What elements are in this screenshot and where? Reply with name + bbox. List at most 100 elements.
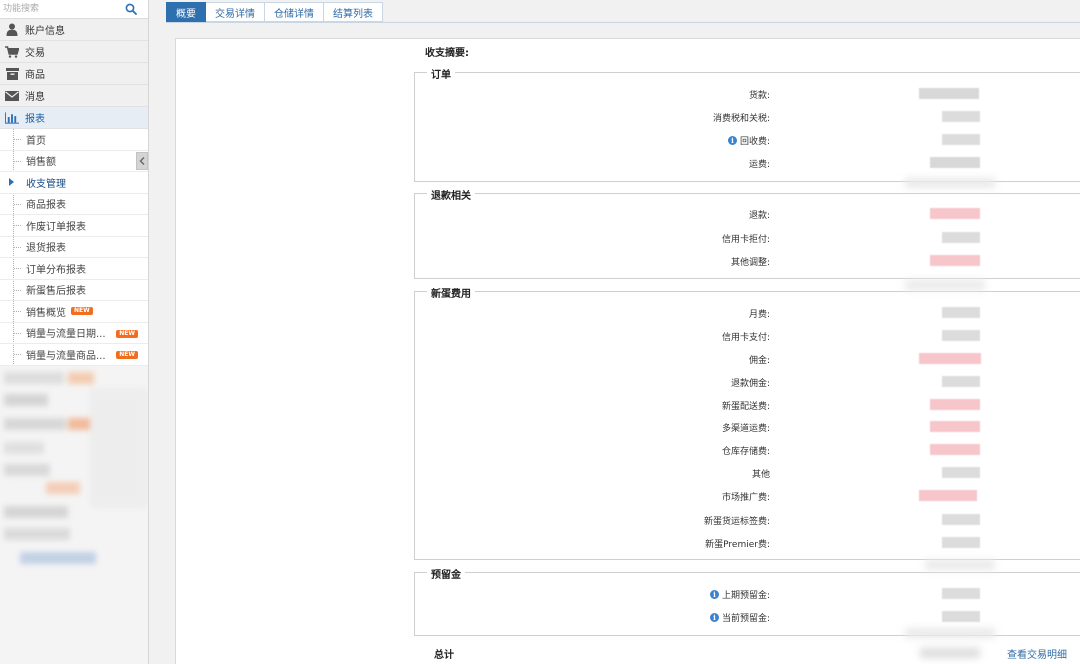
redacted-value	[919, 353, 981, 364]
row-label: 消费税和关税:	[712, 114, 770, 124]
summary-row: 月费:	[414, 307, 1080, 320]
tab-settlement-list[interactable]: 结算列表	[324, 2, 383, 22]
redacted-value	[930, 157, 980, 168]
summary-row: 货款:	[414, 88, 1080, 101]
search-bar	[0, 0, 148, 19]
redacted-value	[930, 399, 980, 410]
group-legend: 预留金	[427, 566, 465, 581]
redacted-value	[942, 514, 980, 525]
tab-storage-details[interactable]: 仓储详情	[265, 2, 324, 22]
group-legend: 新蛋费用	[427, 285, 475, 300]
submenu-label: 退货报表	[26, 243, 66, 255]
nav-item-products[interactable]: 商品	[0, 63, 148, 85]
redacted-value	[942, 307, 980, 318]
view-transaction-details-link[interactable]: 查看交易明细	[1007, 646, 1067, 661]
submenu-label: 新蛋售后报表	[26, 286, 86, 298]
row-label: 新蛋Premier费:	[705, 540, 770, 550]
info-icon[interactable]: i	[727, 136, 737, 145]
redacted-value	[942, 232, 980, 243]
submenu-item-sales-overview[interactable]: 销售概览 NEW	[0, 301, 148, 323]
summary-row: i 当前预留金:	[414, 611, 1080, 624]
submenu-label: 销售概览	[26, 307, 66, 319]
summary-row: 新蛋货运标签费:	[414, 514, 1080, 527]
summary-row: 信用卡支付:	[414, 330, 1080, 343]
submenu-label: 销售额	[26, 157, 56, 169]
user-icon	[5, 23, 19, 37]
row-label-with-info: i 上期预留金:	[709, 588, 770, 601]
chevron-left-icon	[139, 157, 145, 165]
redacted-value	[930, 255, 980, 266]
summary-row: 多渠道运费:	[414, 421, 1080, 434]
redacted-value	[930, 421, 980, 432]
redacted-value	[942, 111, 980, 122]
row-label: 当前预留金:	[721, 614, 770, 624]
row-label: 退款:	[748, 211, 770, 221]
summary-row: 退款:	[414, 208, 1080, 221]
caret-right-icon	[9, 178, 14, 186]
summary-row: 消费税和关税:	[414, 111, 1080, 124]
new-badge: NEW	[116, 351, 138, 359]
submenu-label: 销量与流量日期...	[26, 329, 106, 341]
redaction-smudge	[905, 280, 985, 290]
submenu-item-product-report[interactable]: 商品报表	[0, 194, 148, 215]
redacted-value	[942, 537, 980, 548]
nav-item-account[interactable]: 账户信息	[0, 19, 148, 41]
info-icon[interactable]: i	[709, 613, 719, 622]
submenu-item-sales[interactable]: 销售额	[0, 151, 148, 172]
nav-item-reports[interactable]: 报表	[0, 107, 148, 129]
row-label: 佣金:	[748, 356, 770, 366]
redacted-value	[942, 588, 980, 599]
submenu-label: 收支管理	[26, 178, 66, 190]
row-label: 新蛋配送费:	[721, 402, 770, 412]
submenu-item-return-report[interactable]: 退货报表	[0, 237, 148, 258]
row-label-with-info: i 回收费:	[727, 134, 770, 147]
redacted-value	[942, 611, 980, 622]
row-label-with-info: i 当前预留金:	[709, 611, 770, 624]
total-label: 总计	[434, 650, 454, 661]
submenu-item-traffic-by-date[interactable]: 销量与流量日期... NEW	[0, 323, 148, 344]
row-label: 其他调整:	[730, 258, 770, 268]
tab-label: 仓储详情	[274, 8, 314, 20]
summary-row: i 回收费:	[414, 134, 1080, 147]
row-label: 新蛋货运标签费:	[703, 517, 770, 527]
redaction-smudge	[920, 648, 980, 658]
tab-bar-divider	[166, 22, 1080, 23]
sidebar-collapse-button[interactable]	[136, 152, 148, 170]
search-input[interactable]	[0, 0, 115, 18]
tab-transaction-details[interactable]: 交易详情	[206, 2, 265, 22]
tab-label: 结算列表	[333, 8, 373, 20]
redacted-value	[942, 134, 980, 145]
new-badge: NEW	[116, 329, 138, 338]
nav-item-trade[interactable]: 交易	[0, 41, 148, 63]
submenu-item-after-sales[interactable]: 新蛋售后报表	[0, 280, 148, 301]
submenu-item-home[interactable]: 首页	[0, 129, 148, 151]
redaction-smudge	[905, 178, 995, 188]
reports-submenu: 首页 销售额 收支管理 商品报表 作废订单报表 退货报表 订单分布报表 新蛋售后…	[0, 129, 148, 366]
info-icon[interactable]: i	[709, 590, 719, 599]
nav-label: 报表	[25, 114, 45, 125]
search-icon[interactable]	[125, 3, 137, 15]
nav-label: 消息	[25, 92, 45, 103]
summary-row: 仓库存储费:	[414, 444, 1080, 457]
redaction-smudge	[905, 628, 995, 638]
nav-item-messages[interactable]: 消息	[0, 85, 148, 107]
submenu-label: 订单分布报表	[26, 264, 86, 276]
submenu-label: 首页	[26, 135, 46, 147]
new-badge: NEW	[71, 307, 93, 316]
summary-row: 其他	[414, 467, 1080, 480]
redacted-value	[942, 467, 980, 478]
box-icon	[5, 67, 19, 81]
summary-row: 市场推广费:	[414, 490, 1080, 503]
submenu-item-income-expense[interactable]: 收支管理	[0, 172, 148, 194]
submenu-item-order-distribution[interactable]: 订单分布报表	[0, 258, 148, 280]
tab-overview[interactable]: 概要	[166, 2, 206, 22]
redacted-value	[919, 490, 977, 501]
submenu-item-traffic-by-product[interactable]: 销量与流量商品... NEW	[0, 344, 148, 366]
summary-row: 其他调整:	[414, 255, 1080, 268]
redacted-value	[930, 208, 980, 219]
redacted-value	[942, 330, 980, 341]
bar-chart-icon	[5, 111, 19, 125]
summary-row: 佣金:	[414, 353, 1080, 366]
summary-row: 信用卡拒付:	[414, 232, 1080, 245]
submenu-item-void-order-report[interactable]: 作废订单报表	[0, 215, 148, 237]
